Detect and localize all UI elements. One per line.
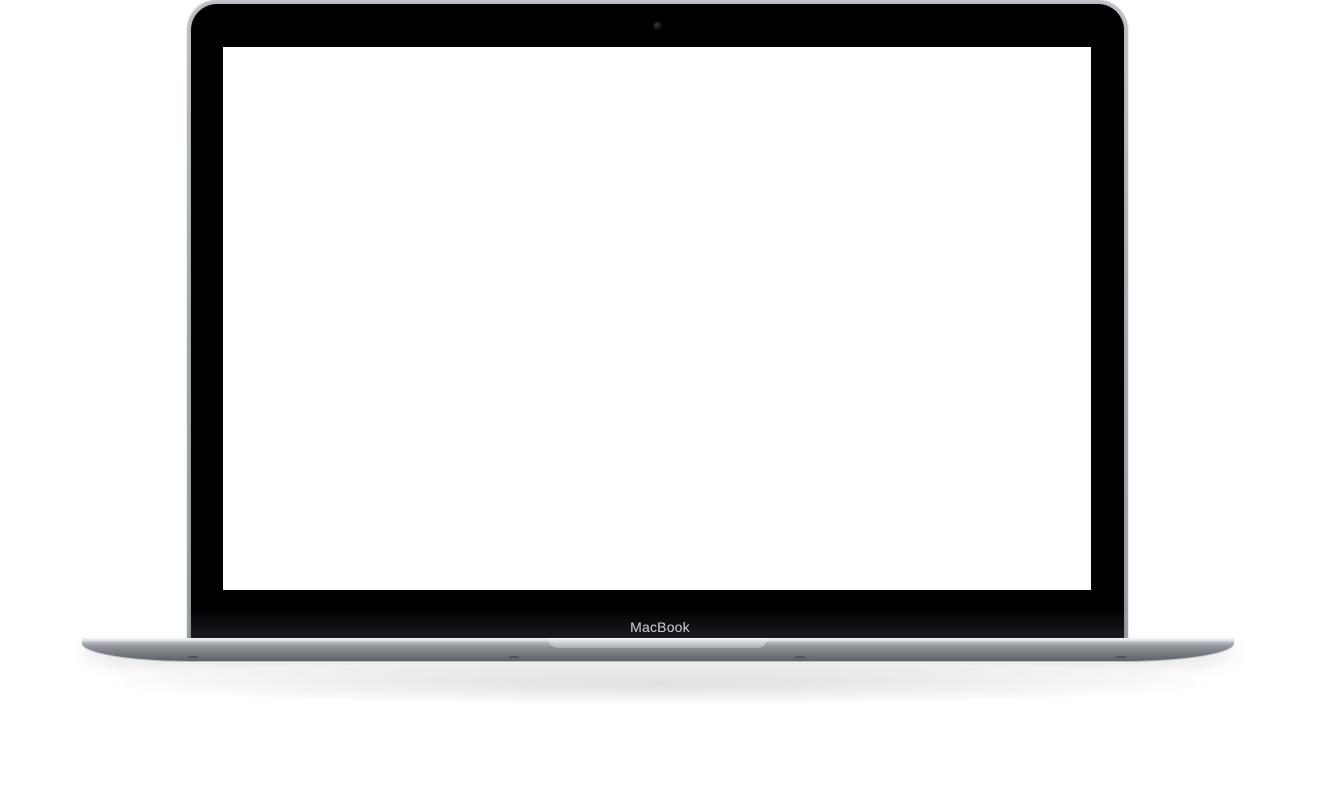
base-foot-mark	[509, 656, 519, 658]
device-mockup: MacBook	[0, 0, 1320, 800]
base-foot-mark	[1116, 656, 1126, 658]
floor-shadow	[110, 664, 1210, 704]
lid-open-notch	[548, 638, 767, 648]
display-area	[223, 47, 1091, 590]
brand-label: MacBook	[630, 619, 690, 635]
base-foot-mark	[188, 656, 198, 658]
base-foot-mark	[795, 656, 805, 658]
camera-icon	[654, 22, 662, 30]
